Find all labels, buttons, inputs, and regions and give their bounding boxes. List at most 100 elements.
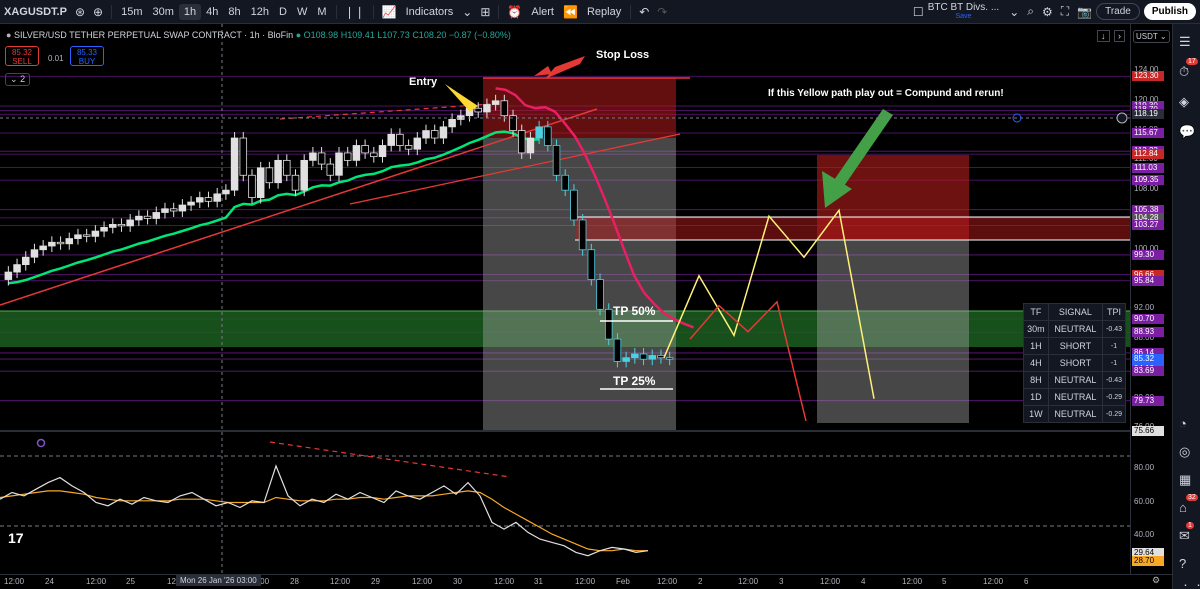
interval-8h[interactable]: 8h bbox=[223, 4, 245, 20]
notifications-icon[interactable]: ⌂ bbox=[1179, 500, 1187, 515]
time-tick: 25 bbox=[126, 577, 135, 586]
layout-checkbox-icon[interactable]: ☐ bbox=[909, 5, 928, 19]
interval-12h[interactable]: 12h bbox=[246, 4, 274, 20]
help-icon[interactable]: ? bbox=[1179, 556, 1186, 571]
candle-type-icon[interactable]: ❘❘ bbox=[341, 5, 369, 19]
candle-body bbox=[196, 197, 204, 203]
legend-title[interactable]: SILVER/USD TETHER PERPETUAL SWAP CONTRAC… bbox=[14, 30, 293, 40]
price-tag: 79.73 bbox=[1132, 396, 1164, 406]
header-signal: SIGNAL bbox=[1047, 303, 1104, 321]
undo-icon[interactable]: ↶ bbox=[635, 5, 653, 19]
header-tpi: TPI bbox=[1102, 303, 1126, 321]
indicators-button[interactable]: Indicators bbox=[401, 4, 459, 20]
interval-1h[interactable]: 1h bbox=[178, 3, 202, 20]
toolbar-divider bbox=[372, 4, 374, 19]
interval-15m[interactable]: 15m bbox=[116, 4, 147, 20]
candle-body bbox=[657, 355, 665, 359]
tp50-annotation[interactable]: TP 50% bbox=[613, 304, 655, 318]
candle-body bbox=[152, 212, 161, 219]
toolbar-divider bbox=[630, 4, 632, 19]
camera-icon[interactable]: 📷 bbox=[1073, 5, 1096, 19]
oscillator-tick: 80.00 bbox=[1134, 463, 1155, 472]
calendar-icon[interactable]: ▦ bbox=[1179, 472, 1191, 488]
alerts-badge: 17 bbox=[1186, 58, 1198, 65]
interval-w[interactable]: W bbox=[292, 4, 312, 20]
templates-icon[interactable]: ⊞ bbox=[476, 5, 494, 19]
crosshair-add-icon[interactable] bbox=[1116, 112, 1128, 124]
candle-body bbox=[300, 159, 308, 191]
fullscreen-icon[interactable]: ⛶ bbox=[1057, 4, 1073, 19]
interval-4h[interactable]: 4h bbox=[201, 4, 223, 20]
legend-open: O108.98 bbox=[303, 30, 339, 40]
time-axis-settings-icon[interactable]: ⚙ bbox=[1152, 575, 1160, 586]
symbol-search[interactable]: XAGUSDT.P bbox=[0, 4, 71, 20]
add-symbol-icon[interactable]: ⊕ bbox=[89, 5, 107, 19]
symbol-legend: ● SILVER/USD TETHER PERPETUAL SWAP CONTR… bbox=[6, 30, 511, 40]
watchlist-icon[interactable]: ☰ bbox=[1179, 34, 1191, 50]
candle-body bbox=[439, 126, 448, 139]
candle-body bbox=[187, 201, 195, 206]
signal-table: TF SIGNAL TPI 30m NEUTRAL -0.43 1H SHORT -1 4H… bbox=[1023, 303, 1126, 423]
entry-annotation[interactable]: Entry bbox=[409, 76, 437, 88]
signal-row-1w: 1W NEUTRAL -0.29 bbox=[1023, 405, 1126, 423]
price-tag: 95.84 bbox=[1132, 276, 1164, 286]
signal-value: NEUTRAL bbox=[1047, 405, 1104, 423]
candle-body bbox=[4, 271, 13, 280]
target-icon[interactable]: ◎ bbox=[1179, 444, 1190, 460]
right-sidebar: ☰ ⏱ 17 ◈ 💬 ◔ ◎ ▦ ⌂ 32 ✉ 1 ? ⋮⋮ bbox=[1172, 24, 1200, 589]
toolbar-divider bbox=[111, 4, 113, 19]
alert-icon[interactable]: ⏰ bbox=[503, 5, 526, 19]
candle-body bbox=[82, 234, 91, 237]
candle-body bbox=[613, 338, 622, 362]
candle-body bbox=[317, 152, 326, 165]
indicator-toggle[interactable]: ⌄ 2 bbox=[5, 73, 31, 86]
trade-button[interactable]: Trade bbox=[1096, 3, 1140, 20]
stop-loss-annotation[interactable]: Stop Loss bbox=[596, 49, 649, 61]
currency-selector[interactable]: USDT ⌄ bbox=[1133, 30, 1170, 43]
signal-tf: 1W bbox=[1023, 405, 1049, 423]
signal-tf: 4H bbox=[1023, 354, 1049, 372]
alerts-clock-icon[interactable]: ⏱ bbox=[1179, 64, 1189, 80]
sell-button[interactable]: 85.32 SELL bbox=[5, 46, 39, 66]
candle-body bbox=[65, 238, 74, 245]
gauge-icon[interactable]: ◔ bbox=[1179, 416, 1187, 431]
chat-icon[interactable]: 💬 bbox=[1179, 124, 1195, 140]
buy-button[interactable]: 85.33 BUY bbox=[70, 46, 104, 66]
candle-body bbox=[343, 152, 352, 161]
interval-d[interactable]: D bbox=[274, 4, 292, 20]
interval-m[interactable]: M bbox=[312, 4, 331, 20]
quick-search-icon[interactable]: ⌕ bbox=[1023, 4, 1038, 19]
chevron-down-icon[interactable]: ⌄ bbox=[458, 5, 476, 19]
alert-button[interactable]: Alert bbox=[526, 4, 559, 20]
indicators-icon[interactable]: 📈 bbox=[378, 5, 401, 19]
chevron-right-icon[interactable]: › bbox=[1114, 30, 1125, 42]
candle-body bbox=[204, 197, 213, 202]
replay-icon[interactable]: ⏪ bbox=[559, 5, 582, 19]
yellow-path-annotation[interactable]: If this Yellow path play out = Compund a… bbox=[768, 88, 1004, 99]
layout-name-block[interactable]: BTC BT Divs. ... Save bbox=[928, 2, 1000, 21]
replay-button[interactable]: Replay bbox=[582, 4, 626, 20]
messages-icon[interactable]: ✉ bbox=[1179, 528, 1190, 544]
toolbar-divider bbox=[498, 4, 500, 19]
price-tag: 88.93 bbox=[1132, 327, 1164, 337]
toolbar-divider bbox=[335, 4, 337, 19]
redo-icon[interactable]: ↷ bbox=[653, 5, 671, 19]
publish-button[interactable]: Publish bbox=[1143, 3, 1196, 20]
interval-30m[interactable]: 30m bbox=[148, 4, 179, 20]
layers-icon[interactable]: ◈ bbox=[1179, 94, 1189, 110]
time-tick: Feb bbox=[616, 577, 630, 586]
candle-body bbox=[500, 100, 509, 117]
chevron-down-icon[interactable]: ⌄ bbox=[1005, 5, 1023, 19]
candle-body bbox=[326, 163, 335, 176]
chart-canvas[interactable] bbox=[0, 24, 1130, 574]
legend-high: H109.41 bbox=[340, 30, 375, 40]
settings-gear-icon[interactable]: ⚙ bbox=[1038, 5, 1057, 19]
signal-table-body: 30m NEUTRAL -0.43 1H SHORT -1 4H SHORT -1 8H NEUTR… bbox=[1023, 320, 1126, 423]
price-axis[interactable]: USDT ⌄ 124.00120.00116.00112.00108.00104… bbox=[1130, 24, 1172, 574]
grid-menu-icon[interactable]: ⋮⋮ bbox=[1179, 582, 1200, 589]
scroll-down-icon[interactable]: ↓ bbox=[1097, 30, 1110, 42]
time-tick: 6 bbox=[1024, 577, 1029, 586]
signal-tpi: -1 bbox=[1102, 354, 1126, 372]
tp25-annotation[interactable]: TP 25% bbox=[613, 374, 655, 388]
compare-icon[interactable]: ⊛ bbox=[71, 5, 89, 19]
